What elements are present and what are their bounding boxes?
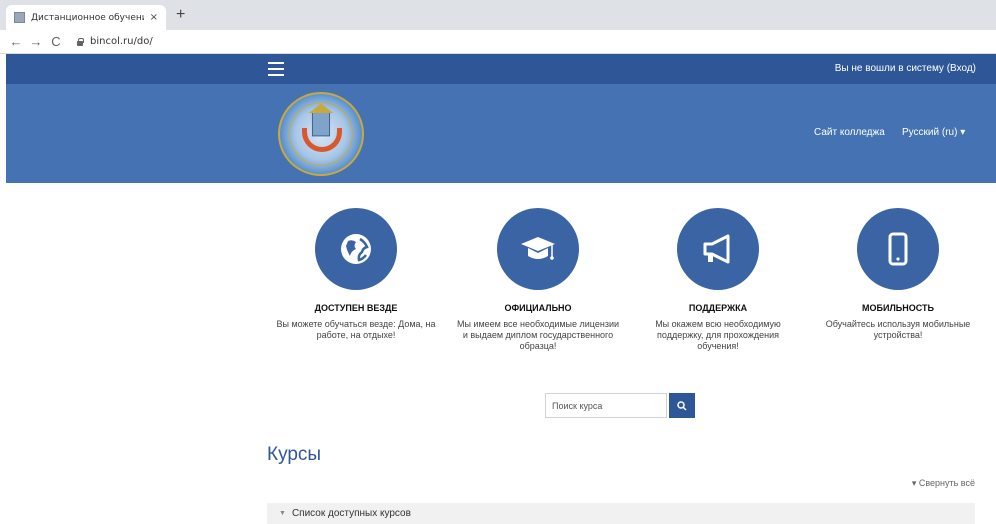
browser-tab-bar: Дистанционное обучение ОГАПОУ × + bbox=[0, 0, 996, 30]
courses-heading: Курсы bbox=[267, 444, 322, 465]
back-button[interactable]: ← bbox=[6, 34, 26, 49]
course-search bbox=[545, 393, 695, 418]
search-icon bbox=[677, 400, 687, 411]
course-search-input[interactable] bbox=[545, 393, 667, 418]
mobile-icon bbox=[857, 208, 939, 290]
new-tab-button[interactable]: + bbox=[176, 5, 185, 25]
available-courses-toggle[interactable]: ▼ Список доступных курсов bbox=[267, 503, 975, 524]
tab-close-icon[interactable]: × bbox=[150, 12, 158, 23]
feature-title: МОБИЛЬНОСТЬ bbox=[862, 303, 934, 313]
feature-text: Мы имеем все необходимые лицензии и выда… bbox=[456, 319, 620, 351]
available-courses-label: Список доступных курсов bbox=[291, 508, 411, 519]
url-text: bincol.ru/do/ bbox=[90, 36, 153, 47]
college-logo[interactable] bbox=[278, 92, 364, 176]
menu-icon[interactable] bbox=[268, 62, 284, 76]
graduation-cap-icon bbox=[497, 208, 579, 290]
reload-button[interactable]: C bbox=[46, 34, 66, 49]
feature-text: Мы окажем всю необходимую поддержку, для… bbox=[655, 319, 781, 351]
feature-support: ПОДДЕРЖКА Мы окажем всю необходимую подд… bbox=[628, 208, 808, 352]
url-field[interactable]: bincol.ru/do/ bbox=[76, 32, 153, 52]
tab-title: Дистанционное обучение ОГАПОУ bbox=[31, 12, 144, 23]
feature-official: ОФИЦИАЛЬНО Мы имеем все необходимые лице… bbox=[448, 208, 628, 352]
search-button[interactable] bbox=[669, 393, 695, 418]
globe-icon bbox=[315, 208, 397, 290]
megaphone-icon bbox=[677, 208, 759, 290]
feature-text: Вы можете обучаться везде: Дома, на рабо… bbox=[276, 319, 436, 340]
feature-mobility: МОБИЛЬНОСТЬ Обучайтесь используя мобильн… bbox=[808, 208, 988, 341]
lock-icon bbox=[76, 37, 84, 46]
caret-down-icon: ▼ bbox=[279, 510, 286, 517]
address-bar: ← → C bincol.ru/do/ bbox=[0, 30, 996, 54]
feature-title: ОФИЦИАЛЬНО bbox=[504, 303, 572, 313]
site-favicon-icon bbox=[14, 12, 25, 23]
college-site-link[interactable]: Сайт колледжа bbox=[814, 127, 885, 138]
feature-anywhere: ДОСТУПЕН ВЕЗДЕ Вы можете обучаться везде… bbox=[266, 208, 446, 341]
language-dropdown[interactable]: Русский (ru) ▾ bbox=[902, 127, 965, 138]
feature-title: ПОДДЕРЖКА bbox=[688, 303, 748, 313]
browser-tab[interactable]: Дистанционное обучение ОГАПОУ × bbox=[6, 5, 166, 30]
feature-title: ДОСТУПЕН ВЕЗДЕ bbox=[314, 303, 398, 313]
login-link[interactable]: Вы не вошли в систему (Вход) bbox=[835, 63, 976, 74]
features-section: ДОСТУПЕН ВЕЗДЕ Вы можете обучаться везде… bbox=[266, 208, 986, 368]
collapse-all-link[interactable]: ▾ Свернуть всё bbox=[912, 478, 975, 489]
site-navbar: Вы не вошли в систему (Вход) bbox=[6, 54, 996, 84]
site-header: Сайт колледжа Русский (ru) ▾ bbox=[6, 84, 996, 183]
feature-text: Обучайтесь используя мобильные устройств… bbox=[825, 319, 971, 340]
forward-button[interactable]: → bbox=[26, 34, 46, 49]
